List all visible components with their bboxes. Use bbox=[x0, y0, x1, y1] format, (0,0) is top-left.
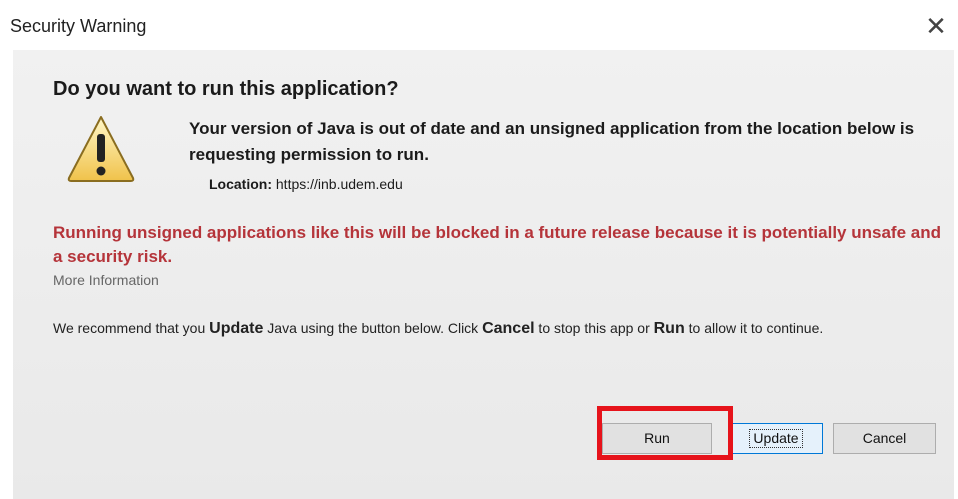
risk-warning-text: Running unsigned applications like this … bbox=[53, 223, 941, 266]
cancel-button[interactable]: Cancel bbox=[833, 423, 936, 454]
recommend-text-1: We recommend that you bbox=[53, 320, 210, 336]
window-title: Security Warning bbox=[10, 16, 147, 36]
location-label: Location: bbox=[209, 176, 272, 192]
recommendation-text: We recommend that you Update Java using … bbox=[53, 316, 948, 341]
more-information-link[interactable]: More Information bbox=[53, 272, 159, 288]
recommend-text-4: to allow it to continue. bbox=[684, 320, 824, 336]
close-icon[interactable]: ✕ bbox=[918, 8, 954, 44]
recommend-cancel-word: Cancel bbox=[482, 320, 535, 337]
dialog-message: Your version of Java is out of date and … bbox=[189, 119, 915, 164]
recommend-text-3: to stop this app or bbox=[534, 320, 654, 336]
dialog-content: Do you want to run this application? You… bbox=[13, 50, 954, 499]
dialog-heading: Do you want to run this application? bbox=[53, 78, 399, 100]
location-value: https://inb.udem.edu bbox=[275, 176, 403, 192]
update-button-label: Update bbox=[749, 429, 803, 448]
recommend-run-word: Run bbox=[653, 320, 685, 337]
recommend-text-2: Java using the button below. Click bbox=[263, 320, 483, 336]
security-warning-window: Security Warning ✕ Do you want to run th… bbox=[0, 0, 958, 499]
run-button-highlight bbox=[597, 406, 733, 460]
title-bar: Security Warning ✕ bbox=[0, 0, 958, 50]
warning-triangle-icon bbox=[67, 116, 135, 182]
recommend-update-word: Update bbox=[209, 320, 264, 337]
location-line: Location: https://inb.udem.edu bbox=[209, 176, 403, 192]
update-button[interactable]: Update bbox=[729, 423, 823, 454]
